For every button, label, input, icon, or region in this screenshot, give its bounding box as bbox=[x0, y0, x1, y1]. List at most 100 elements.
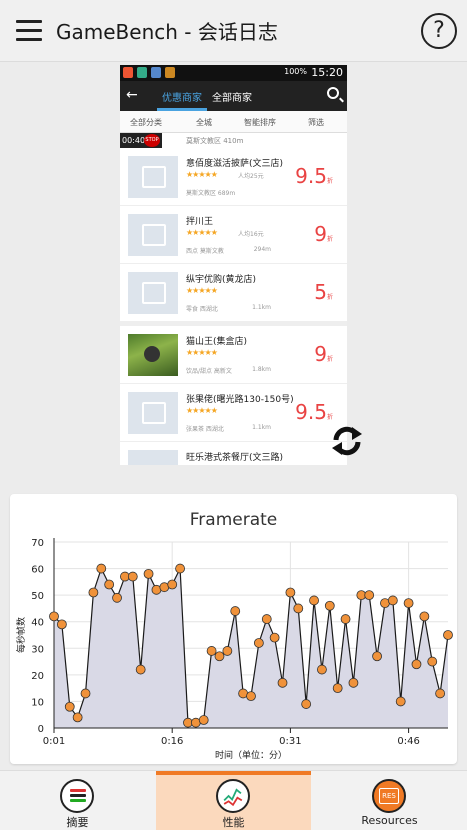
data-point[interactable] bbox=[324, 600, 335, 611]
data-point[interactable] bbox=[332, 683, 343, 694]
rating-stars: ★★★★★ bbox=[186, 286, 218, 295]
data-point[interactable] bbox=[72, 712, 83, 723]
nav-summary[interactable]: 摘要 bbox=[0, 771, 155, 830]
data-point[interactable] bbox=[143, 568, 154, 579]
search-icon bbox=[327, 87, 339, 99]
data-point[interactable] bbox=[214, 651, 225, 662]
data-point[interactable] bbox=[387, 595, 398, 606]
y-axis-label: 每秒帧数 bbox=[15, 617, 27, 653]
data-point[interactable] bbox=[364, 590, 375, 601]
data-point[interactable] bbox=[206, 646, 217, 656]
list-item: 张果佬(曙光路130-150号) ★★★★★ 张果茶 西湖北 1.1km 9.5… bbox=[120, 384, 347, 442]
device-tab-all: 全部商家 bbox=[212, 93, 252, 104]
data-point[interactable] bbox=[64, 701, 75, 712]
page-title: GameBench - 会话日志 bbox=[56, 20, 278, 44]
y-tick-label: 30 bbox=[31, 644, 44, 655]
help-button[interactable]: ? bbox=[421, 13, 457, 49]
x-tick-label: 0:31 bbox=[279, 736, 301, 747]
list-item: 纵宇优购(黄龙店) ★★★★★ 零食 西湖北 1.1km 5折 bbox=[120, 264, 347, 322]
y-tick-label: 40 bbox=[31, 618, 44, 629]
discount-value: 9折 bbox=[314, 222, 333, 246]
device-status-bar: 100% 15:20 bbox=[120, 65, 347, 81]
data-point[interactable] bbox=[317, 664, 327, 675]
data-point[interactable] bbox=[49, 611, 59, 622]
nav-performance[interactable]: 性能 bbox=[156, 771, 311, 830]
device-clock: 15:20 bbox=[311, 66, 343, 79]
discount-value: 5折 bbox=[314, 280, 333, 304]
image-placeholder-icon bbox=[128, 392, 178, 434]
hamburger-menu-icon[interactable] bbox=[16, 20, 42, 42]
discount-value: 9折 bbox=[314, 342, 333, 366]
y-tick-label: 0 bbox=[38, 724, 44, 735]
list-item: 猫山王(集盒店) ★★★★★ 饮品/甜点 高新文 1.8km 9折 bbox=[120, 326, 347, 384]
data-point[interactable] bbox=[277, 677, 288, 688]
data-point[interactable] bbox=[293, 603, 304, 614]
x-axis-label: 时间（单位：分） bbox=[215, 749, 287, 761]
app-notification-icon bbox=[123, 67, 133, 78]
data-point[interactable] bbox=[403, 598, 414, 609]
data-point[interactable] bbox=[175, 563, 185, 574]
x-tick-label: 0:46 bbox=[397, 736, 419, 747]
data-point[interactable] bbox=[198, 715, 209, 725]
data-point[interactable] bbox=[96, 563, 107, 574]
list-item: 意佰度滋活披萨(文三店) ★★★★★ 人均25元 莫斯文教区 689m 9.5折 bbox=[120, 148, 347, 206]
device-nav-bar: ← 优惠商家 全部商家 bbox=[120, 81, 347, 111]
data-point[interactable] bbox=[411, 659, 422, 670]
app-bar: GameBench - 会话日志 ? bbox=[0, 0, 467, 62]
data-point[interactable] bbox=[135, 664, 146, 675]
data-point[interactable] bbox=[127, 571, 138, 582]
list-item: 旺乐港式茶餐厅(文三路) bbox=[120, 442, 347, 465]
data-point[interactable] bbox=[269, 632, 280, 643]
data-point[interactable] bbox=[285, 587, 296, 598]
data-point[interactable] bbox=[301, 699, 312, 709]
data-point[interactable] bbox=[443, 630, 453, 640]
resources-icon: RES bbox=[372, 779, 406, 813]
rating-stars: ★★★★★ bbox=[186, 348, 218, 357]
recording-timer: 00:40 STOP bbox=[120, 133, 162, 148]
rotate-icon[interactable] bbox=[330, 424, 364, 458]
device-tab-discount: 优惠商家 bbox=[162, 93, 202, 104]
framerate-chart[interactable]: 0 10 20 30 40 50 60 70 0:01 0:16 0:31 0:46 每秒帧数时间（单位… bbox=[10, 494, 457, 764]
data-point[interactable] bbox=[261, 614, 272, 624]
x-tick-label: 0:16 bbox=[161, 736, 183, 747]
data-point[interactable] bbox=[230, 606, 241, 616]
discount-value: 9.5折 bbox=[295, 164, 333, 188]
device-filter-bar: 全部分类 全城 智能排序 筛选 bbox=[120, 111, 347, 133]
data-point[interactable] bbox=[104, 579, 115, 590]
data-point[interactable] bbox=[112, 592, 122, 603]
data-point[interactable] bbox=[56, 619, 67, 630]
y-tick-label: 70 bbox=[31, 538, 44, 549]
filter-sort: 智能排序 bbox=[244, 118, 276, 127]
data-point[interactable] bbox=[167, 579, 178, 590]
filter-more: 筛选 bbox=[308, 118, 324, 127]
bottom-nav: 摘要 性能 RES Resources bbox=[0, 770, 467, 830]
data-point[interactable] bbox=[427, 656, 438, 667]
data-point[interactable] bbox=[309, 595, 319, 606]
filter-category: 全部分类 bbox=[130, 118, 162, 127]
image-placeholder-icon bbox=[128, 272, 178, 314]
data-point[interactable] bbox=[340, 614, 351, 624]
data-point[interactable] bbox=[80, 688, 91, 699]
image-placeholder-icon bbox=[128, 214, 178, 256]
performance-chart-icon bbox=[216, 779, 250, 813]
framerate-chart-card: Framerate 0 10 20 30 40 50 60 70 0:01 0:16 0:31 0:4… bbox=[10, 494, 457, 764]
image-placeholder-icon bbox=[128, 450, 178, 465]
data-point[interactable] bbox=[372, 651, 382, 662]
data-point[interactable] bbox=[246, 691, 256, 702]
data-point[interactable] bbox=[253, 638, 264, 648]
data-point[interactable] bbox=[419, 611, 430, 622]
x-tick-label: 0:01 bbox=[43, 736, 65, 747]
nav-resources[interactable]: RES Resources bbox=[312, 771, 467, 830]
data-point[interactable] bbox=[435, 688, 446, 699]
y-tick-label: 50 bbox=[31, 591, 44, 602]
data-point[interactable] bbox=[222, 646, 233, 656]
session-screenshot: 100% 15:20 ← 优惠商家 全部商家 全部分类 全城 智能排序 筛选 0… bbox=[120, 65, 347, 465]
y-tick-label: 60 bbox=[31, 565, 44, 576]
data-point[interactable] bbox=[88, 587, 99, 598]
data-point[interactable] bbox=[348, 677, 359, 688]
back-arrow-icon: ← bbox=[126, 87, 138, 103]
data-point[interactable] bbox=[395, 696, 406, 707]
shop-photo bbox=[128, 334, 178, 376]
rating-stars: ★★★★★ bbox=[186, 170, 218, 179]
app-notification-icon bbox=[151, 67, 161, 78]
